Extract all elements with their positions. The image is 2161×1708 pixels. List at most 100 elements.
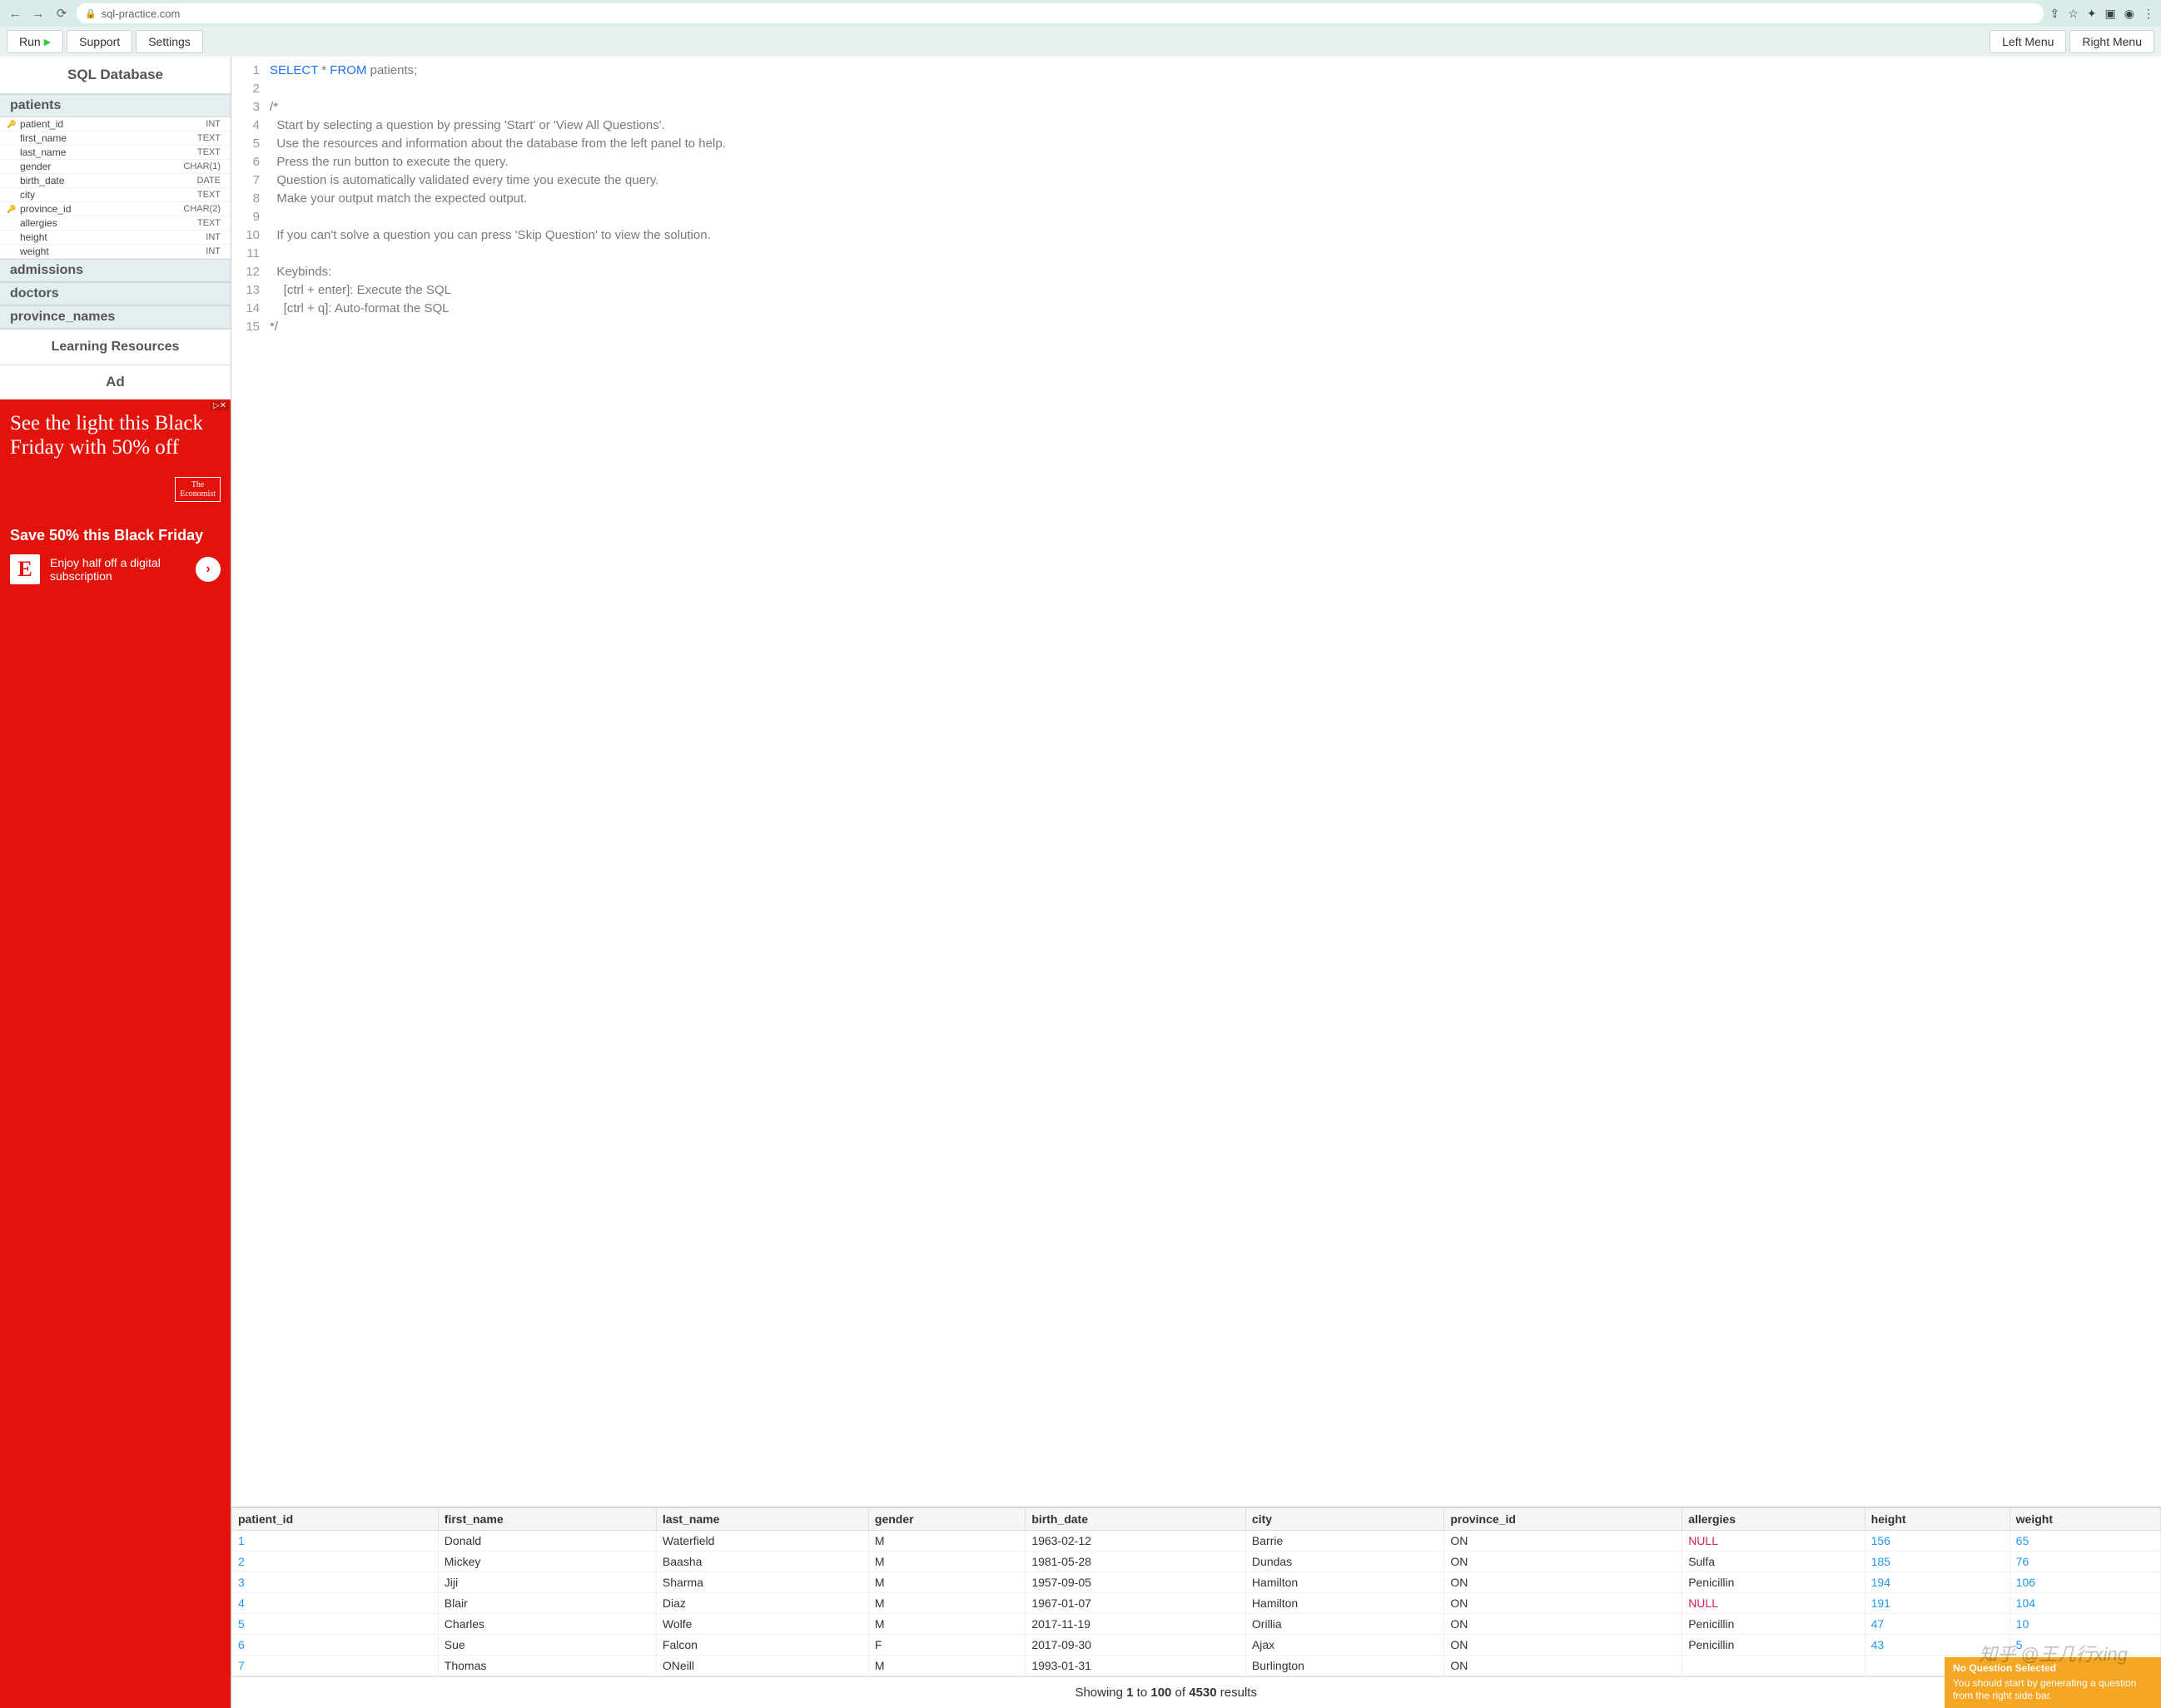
cell: 2017-11-19: [1026, 1614, 1246, 1635]
browser-chrome: ← → ⟳ 🔒 sql-practice.com ⇪ ☆ ✦ ▣ ◉ ⋮: [0, 0, 2161, 27]
table-row[interactable]: 3JijiSharmaM1957-09-05HamiltonONPenicill…: [232, 1572, 2161, 1593]
col-header[interactable]: height: [1865, 1508, 2009, 1531]
cell: 3: [232, 1572, 439, 1593]
column-row[interactable]: 🔑province_idCHAR(2): [0, 202, 231, 216]
col-header[interactable]: last_name: [656, 1508, 868, 1531]
column-row[interactable]: cityTEXT: [0, 188, 231, 202]
forward-icon[interactable]: →: [30, 5, 47, 22]
results-panel: patient_idfirst_namelast_namegenderbirth…: [231, 1507, 2161, 1708]
url-bar[interactable]: 🔒 sql-practice.com: [77, 3, 2044, 23]
share-icon[interactable]: ⇪: [2050, 7, 2060, 21]
cell: 191: [1865, 1593, 2009, 1614]
left-menu-button[interactable]: Left Menu: [1990, 30, 2066, 53]
cell: Penicillin: [1682, 1572, 1865, 1593]
cell: Hamilton: [1245, 1593, 1443, 1614]
column-row[interactable]: weightINT: [0, 245, 231, 259]
learning-resources-header[interactable]: Learning Resources: [0, 329, 231, 365]
cell: 2017-09-30: [1026, 1635, 1246, 1656]
col-header[interactable]: first_name: [438, 1508, 656, 1531]
cell: 5: [2009, 1635, 2160, 1656]
col-header[interactable]: allergies: [1682, 1508, 1865, 1531]
column-row[interactable]: 🔑patient_idINT: [0, 117, 231, 132]
arrow-right-icon[interactable]: ›: [196, 557, 221, 582]
sql-editor[interactable]: 123456789101112131415 SELECT * FROM pati…: [231, 57, 2161, 1507]
results-showing: Showing 1 to 100 of 4530 results: [241, 1686, 2090, 1700]
cell: 2: [232, 1552, 439, 1572]
right-menu-button[interactable]: Right Menu: [2069, 30, 2154, 53]
cell: 10: [2009, 1614, 2160, 1635]
cell: F: [868, 1635, 1025, 1656]
ad-body: Enjoy half off a digital subscription: [50, 556, 186, 583]
col-header[interactable]: birth_date: [1026, 1508, 1246, 1531]
results-table: patient_idfirst_namelast_namegenderbirth…: [231, 1507, 2161, 1676]
cell: NULL: [1682, 1593, 1865, 1614]
column-row[interactable]: first_nameTEXT: [0, 132, 231, 146]
puzzle-icon[interactable]: ✦: [2087, 7, 2097, 21]
column-name: last_name: [20, 146, 197, 158]
column-row[interactable]: allergiesTEXT: [0, 216, 231, 231]
cell: 1: [232, 1531, 439, 1552]
run-button[interactable]: Run▶: [7, 30, 63, 53]
ad-close-icon[interactable]: ▷✕: [211, 401, 229, 410]
cell: ON: [1444, 1614, 1682, 1635]
cell: Falcon: [656, 1635, 868, 1656]
toast-title: No Question Selected: [1953, 1662, 2153, 1676]
cell: Blair: [438, 1593, 656, 1614]
column-name: patient_id: [20, 118, 206, 130]
table-province_names[interactable]: province_names: [0, 305, 231, 329]
cell: M: [868, 1552, 1025, 1572]
play-icon: ▶: [44, 37, 51, 47]
column-row[interactable]: genderCHAR(1): [0, 160, 231, 174]
star-icon[interactable]: ☆: [2068, 7, 2079, 21]
toast-body: You should start by generating a questio…: [1953, 1677, 2153, 1703]
device-icon[interactable]: ▣: [2105, 7, 2116, 21]
col-header[interactable]: province_id: [1444, 1508, 1682, 1531]
table-row[interactable]: 1DonaldWaterfieldM1963-02-12BarrieONNULL…: [232, 1531, 2161, 1552]
back-icon[interactable]: ←: [7, 5, 23, 22]
table-doctors[interactable]: doctors: [0, 282, 231, 305]
ad-subhead: Save 50% this Black Friday: [10, 502, 221, 544]
cell: M: [868, 1531, 1025, 1552]
cell: 65: [2009, 1531, 2160, 1552]
cell: 106: [2009, 1572, 2160, 1593]
support-button[interactable]: Support: [67, 30, 132, 53]
col-header[interactable]: city: [1245, 1508, 1443, 1531]
column-type: TEXT: [197, 218, 221, 228]
table-row[interactable]: 5CharlesWolfeM2017-11-19OrilliaONPenicil…: [232, 1614, 2161, 1635]
cell: Orillia: [1245, 1614, 1443, 1635]
reload-icon[interactable]: ⟳: [53, 5, 70, 22]
cell: 1963-02-12: [1026, 1531, 1246, 1552]
cell: 194: [1865, 1572, 2009, 1593]
url-text: sql-practice.com: [102, 7, 181, 20]
column-name: weight: [20, 246, 206, 257]
settings-button[interactable]: Settings: [136, 30, 203, 53]
key-icon: 🔑: [7, 205, 16, 214]
col-header[interactable]: patient_id: [232, 1508, 439, 1531]
table-row[interactable]: 2MickeyBaashaM1981-05-28DundasONSulfa185…: [232, 1552, 2161, 1572]
column-type: DATE: [196, 176, 221, 186]
cell: 1957-09-05: [1026, 1572, 1246, 1593]
ad-banner[interactable]: ▷✕ See the light this Black Friday with …: [0, 400, 231, 1708]
col-header[interactable]: weight: [2009, 1508, 2160, 1531]
table-row[interactable]: 6SueFalconF2017-09-30AjaxONPenicillin435: [232, 1635, 2161, 1656]
menu-icon[interactable]: ⋮: [2143, 7, 2154, 21]
cell: 43: [1865, 1635, 2009, 1656]
col-header[interactable]: gender: [868, 1508, 1025, 1531]
cell: Sulfa: [1682, 1552, 1865, 1572]
ad-header: Ad: [0, 365, 231, 400]
column-row[interactable]: heightINT: [0, 231, 231, 245]
table-row[interactable]: 4BlairDiazM1967-01-07HamiltonONNULL19110…: [232, 1593, 2161, 1614]
column-row[interactable]: last_nameTEXT: [0, 146, 231, 160]
cell: Charles: [438, 1614, 656, 1635]
profile-icon[interactable]: ◉: [2124, 7, 2134, 21]
table-row[interactable]: 7ThomasONeillM1993-01-31BurlingtonON: [232, 1656, 2161, 1676]
cell: NULL: [1682, 1531, 1865, 1552]
column-row[interactable]: birth_dateDATE: [0, 174, 231, 188]
cell: M: [868, 1656, 1025, 1676]
cell: [1682, 1656, 1865, 1676]
code-area[interactable]: SELECT * FROM patients; /* Start by sele…: [265, 57, 726, 1507]
table-admissions[interactable]: admissions: [0, 259, 231, 282]
table-patients[interactable]: patients: [0, 94, 231, 117]
column-type: CHAR(2): [183, 204, 221, 214]
cell: ON: [1444, 1531, 1682, 1552]
